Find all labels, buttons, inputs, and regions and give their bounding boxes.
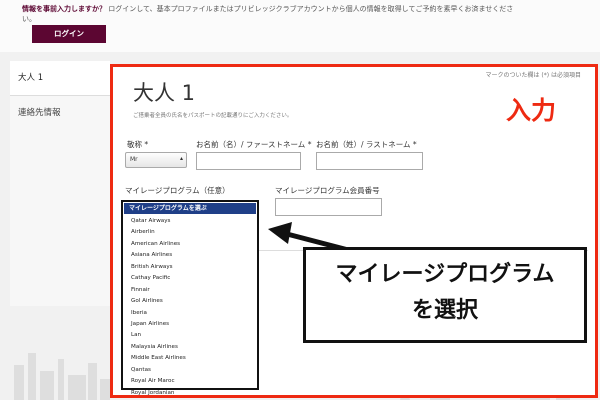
dropdown-option[interactable]: Lan xyxy=(123,330,257,341)
prefill-info: 情報を事前入力しますか？ ログインして、基本プロファイルまたはプリビレッジクラブ… xyxy=(22,4,522,24)
title-select-value: Mr xyxy=(130,156,138,163)
required-note: マークのついた欄は (*) は必須項目 xyxy=(485,72,582,79)
form-instruction: ご搭乗者全員の氏名をパスポートの記載通りにご入力ください。 xyxy=(133,113,293,119)
first-name-input[interactable] xyxy=(196,152,301,170)
last-name-label: お名前（姓）/ ラストネーム * xyxy=(316,140,417,149)
dropdown-option[interactable]: Iberia xyxy=(123,308,257,319)
input-annotation-label: 入力 xyxy=(506,96,557,125)
page-title: 大人 1 xyxy=(133,81,196,105)
sidebar-item-adult-1[interactable]: 大人 1 xyxy=(10,61,110,95)
callout-box: マイレージプログラム を選択 xyxy=(303,247,587,343)
mileage-program-label: マイレージプログラム（任意） xyxy=(125,186,230,195)
dropdown-selected-option[interactable]: マイレージプログラムを選ぶ xyxy=(124,203,256,214)
dropdown-option[interactable]: Qatar Airways xyxy=(123,216,257,227)
mileage-program-dropdown[interactable]: マイレージプログラムを選ぶ Qatar Airways Airberlin Amer… xyxy=(121,200,259,396)
dropdown-option[interactable]: Airberlin xyxy=(123,227,257,238)
sidebar: 大人 1 連絡先情報 xyxy=(10,61,110,306)
member-number-label: マイレージプログラム会員番号 xyxy=(275,186,380,195)
top-banner: 情報を事前入力しますか？ ログインして、基本プロファイルまたはプリビレッジクラブ… xyxy=(0,0,600,52)
passenger-form-panel: マークのついた欄は (*) は必須項目 大人 1 ご搭乗者全員の氏名をパスポート… xyxy=(110,64,598,398)
dropdown-option[interactable]: Qantas xyxy=(123,365,257,376)
member-number-input[interactable] xyxy=(275,198,382,216)
title-label: 敬称 * xyxy=(127,140,149,149)
dropdown-option[interactable]: Japan Airlines xyxy=(123,319,257,330)
first-name-label: お名前（名）/ ファーストネーム * xyxy=(196,140,312,149)
dropdown-option[interactable]: Malaysia Airlines xyxy=(123,342,257,353)
prefill-question: 情報を事前入力しますか？ xyxy=(22,5,106,13)
dropdown-option[interactable]: Royal Air Maroc xyxy=(123,376,257,387)
sidebar-item-contact-info[interactable]: 連絡先情報 xyxy=(10,95,110,129)
dropdown-option[interactable]: Asiana Airlines xyxy=(123,250,257,261)
callout-line-2: を選択 xyxy=(411,298,478,323)
dropdown-option-list: Qatar Airways Airberlin American Airlines A… xyxy=(123,215,257,399)
dropdown-option[interactable]: American Airlines xyxy=(123,239,257,250)
login-button[interactable]: ログイン xyxy=(32,25,106,43)
last-name-input[interactable] xyxy=(316,152,423,170)
dropdown-option[interactable]: Finnair xyxy=(123,285,257,296)
dropdown-option[interactable]: British Airways xyxy=(123,262,257,273)
title-select[interactable]: Mr ▴︎ xyxy=(125,152,187,168)
dropdown-option[interactable]: Middle East Airlines xyxy=(123,353,257,364)
dropdown-option[interactable]: Gol Airlines xyxy=(123,296,257,307)
dropdown-option[interactable]: Cathay Pacific xyxy=(123,273,257,284)
callout-line-1: マイレージプログラム xyxy=(335,262,555,287)
select-arrows-icon: ▴︎ xyxy=(179,155,183,162)
dropdown-option[interactable]: Royal Jordanian xyxy=(123,388,257,399)
